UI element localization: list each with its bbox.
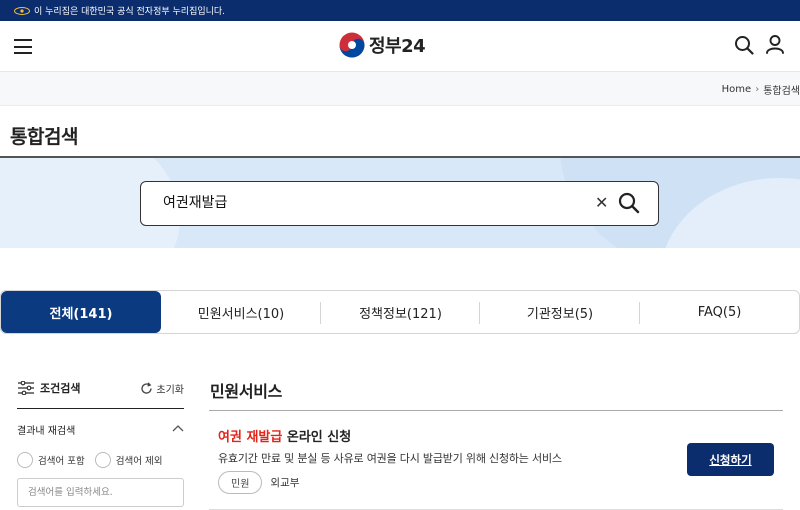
radio-include[interactable]: 검색어 포함 xyxy=(17,452,85,468)
breadcrumb-bar: Home › 통합검색 xyxy=(0,72,800,106)
clear-search-icon[interactable]: ✕ xyxy=(595,193,608,212)
tab-policy-info[interactable]: 정책정보(121) xyxy=(321,291,480,333)
refine-section-header[interactable]: 결과내 재검색 xyxy=(17,422,184,437)
result-title-link[interactable]: 여권 재발급 온라인 신청 xyxy=(218,426,351,445)
radio-circle[interactable] xyxy=(94,452,111,468)
breadcrumb-current[interactable]: 통합검색 xyxy=(763,82,800,97)
result-description: 유효기간 만료 및 분실 등 사유로 여권을 다시 발급받기 위해 신청하는 서… xyxy=(218,452,562,465)
tab-label: 민원서비스(10) xyxy=(197,306,285,322)
breadcrumb-home[interactable]: Home xyxy=(722,84,752,95)
radio-include-label: 검색어 포함 xyxy=(38,456,85,467)
chevron-up-icon[interactable] xyxy=(172,424,184,435)
refine-title: 결과내 재검색 xyxy=(17,426,76,437)
radio-circle[interactable] xyxy=(17,452,33,468)
gov-official-banner: 이 누리집은 대한민국 공식 전자정부 누리집입니다. xyxy=(0,0,800,21)
reset-label: 초기화 xyxy=(156,384,184,396)
tab-faq[interactable]: FAQ(5) xyxy=(640,291,799,333)
search-input[interactable] xyxy=(163,194,563,210)
tab-all[interactable]: 전체(141) xyxy=(1,291,161,333)
result-title-highlight: 여권 재발급 xyxy=(218,430,283,445)
filter-divider xyxy=(17,408,184,409)
logo-text: 정부24 xyxy=(369,36,426,57)
result-item: 여권 재발급 온라인 신청 유효기간 만료 및 분실 등 사유로 여권을 다시 … xyxy=(209,411,783,510)
tab-agency-info[interactable]: 기관정보(5) xyxy=(480,291,640,333)
refine-mode-radios: 검색어 포함 검색어 제외 xyxy=(17,452,162,468)
site-logo[interactable]: 정부24 xyxy=(339,32,426,58)
search-box: ✕ xyxy=(140,181,659,226)
breadcrumb: Home › 통합검색 xyxy=(722,82,800,97)
radio-exclude[interactable]: 검색어 제외 xyxy=(94,452,163,468)
apply-button[interactable]: 신청하기 xyxy=(687,443,774,476)
page-title: 통합검색 xyxy=(10,126,78,148)
menu-icon[interactable] xyxy=(14,39,32,54)
header-search-icon[interactable] xyxy=(734,35,754,59)
filter-header: 조건검색 초기화 xyxy=(18,380,184,396)
radio-exclude-label: 검색어 제외 xyxy=(115,456,163,467)
search-submit-icon[interactable] xyxy=(618,192,640,218)
tab-civil-services[interactable]: 민원서비스(10) xyxy=(161,291,321,333)
result-tabs: 전체(141) 민원서비스(10) 정책정보(121) 기관정보(5) FAQ(… xyxy=(0,290,800,334)
user-icon[interactable] xyxy=(765,34,785,58)
filter-title: 조건검색 xyxy=(18,380,80,396)
result-agency: 외교부 xyxy=(270,477,300,489)
tab-label: 정책정보(121) xyxy=(359,306,442,322)
gov-emblem-icon xyxy=(14,6,30,15)
result-tag-badge: 민원 xyxy=(218,471,263,494)
chevron-right-icon: › xyxy=(755,84,760,95)
refresh-icon xyxy=(141,381,153,394)
sliders-icon xyxy=(18,381,34,395)
result-title-rest: 온라인 신청 xyxy=(282,430,352,445)
tab-label: 기관정보(5) xyxy=(526,306,594,322)
gov-banner-text: 이 누리집은 대한민국 공식 전자정부 누리집입니다. xyxy=(34,7,226,17)
taegeuk-logo-icon xyxy=(339,32,365,58)
section-title: 민원서비스 xyxy=(210,382,283,401)
tab-label: FAQ(5) xyxy=(697,304,742,320)
site-header: 정부24 xyxy=(0,21,800,72)
filter-title-text: 조건검색 xyxy=(40,382,81,395)
result-meta: 민원 외교부 xyxy=(218,471,299,494)
refine-search-input[interactable] xyxy=(17,478,184,507)
reset-button[interactable]: 초기화 xyxy=(140,381,184,396)
